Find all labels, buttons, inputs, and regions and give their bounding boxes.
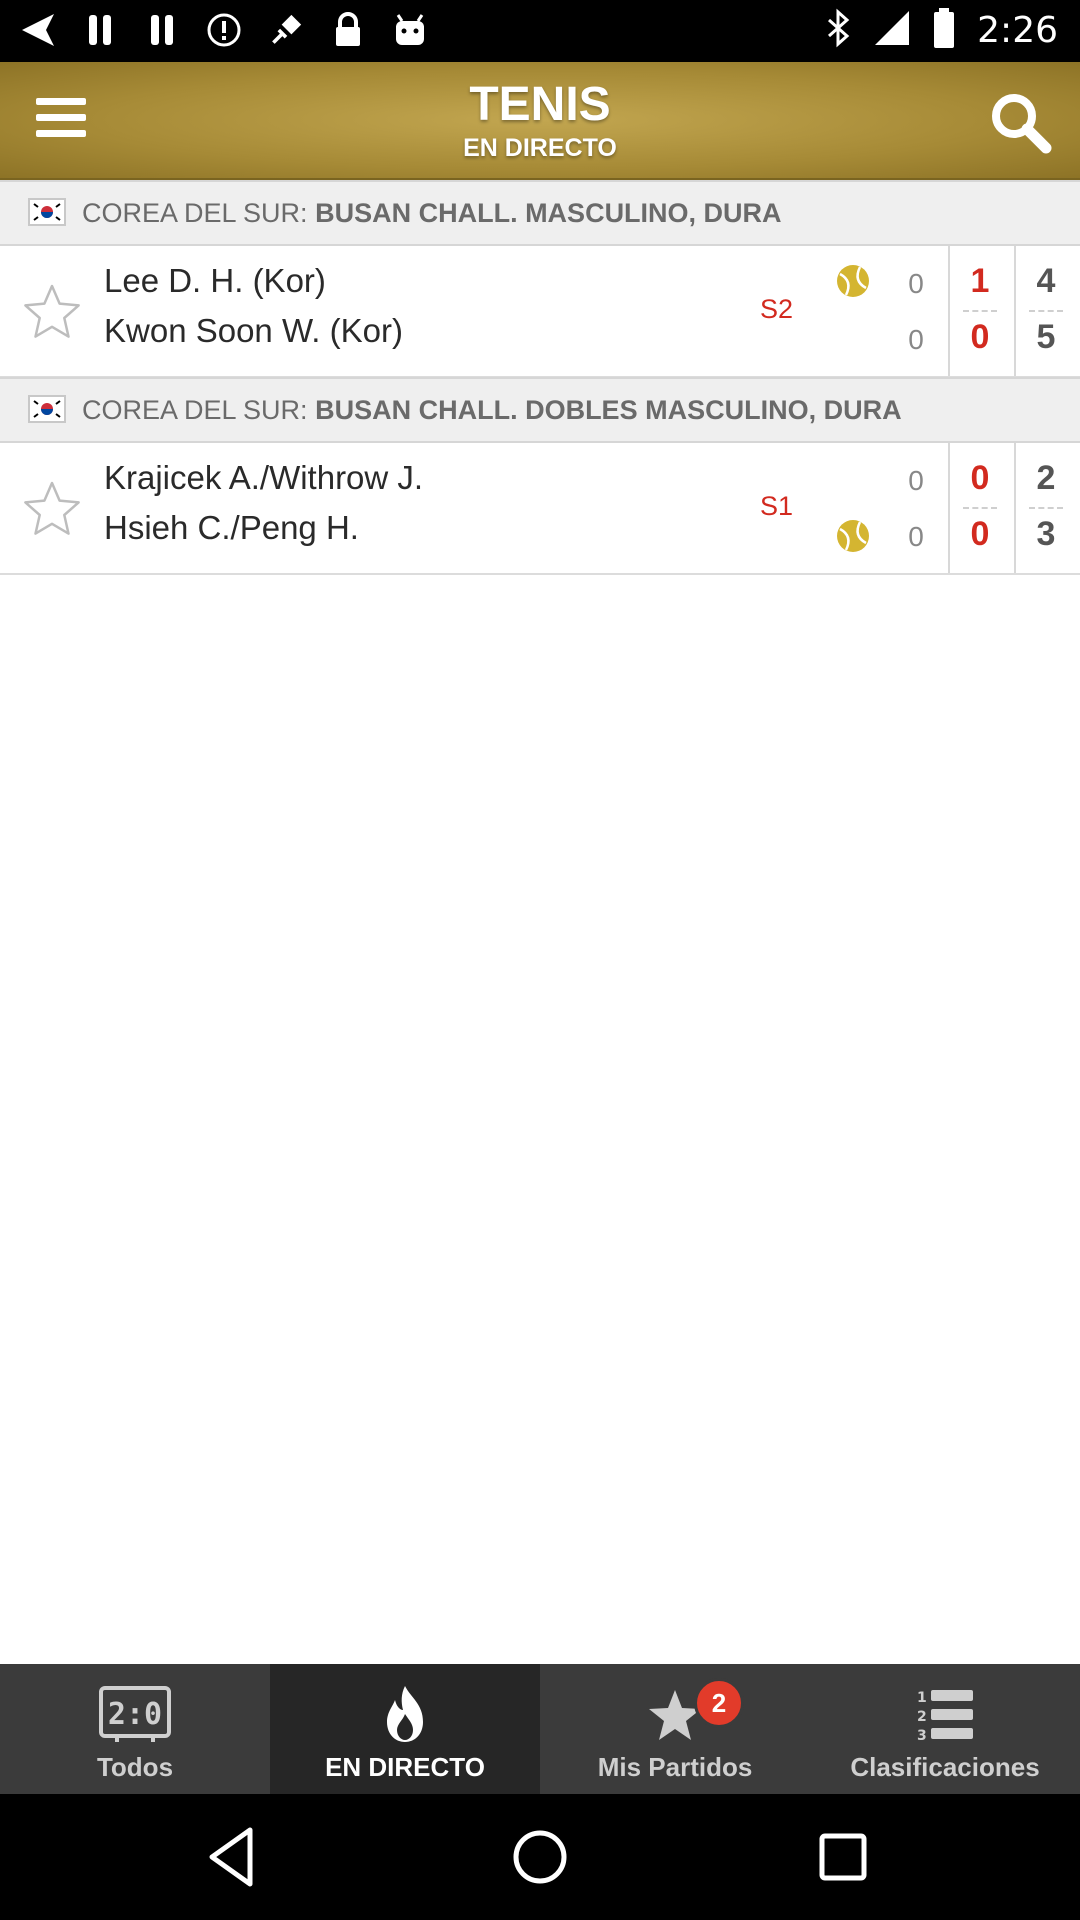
- status-bar: 2:26: [0, 0, 1080, 62]
- player-1-name: Lee D. H. (Kor): [104, 262, 326, 299]
- favorite-star-icon[interactable]: [22, 479, 82, 539]
- fake-gps-icon: [268, 10, 304, 50]
- league-header[interactable]: COREA DEL SUR: BUSAN CHALL. DOBLES MASCU…: [0, 377, 1080, 443]
- svg-text:2: 2: [917, 1709, 927, 1725]
- score-separator: [963, 310, 997, 312]
- league-country: COREA DEL SUR:: [82, 395, 308, 425]
- tennis-ball-icon: [836, 519, 870, 553]
- set-1-score-player-1: 4: [1036, 262, 1056, 300]
- system-navigation-bar: [0, 1794, 1080, 1920]
- pause-icon: [82, 10, 118, 50]
- ranking-list-icon: 1 2 3: [905, 1684, 985, 1746]
- south-korea-flag-icon: [28, 395, 66, 423]
- svg-text:1: 1: [917, 1690, 927, 1706]
- current-set-score-player-2: 0: [970, 318, 990, 356]
- game-score-player-1: 0: [908, 465, 924, 496]
- match-row[interactable]: Krajicek A./Withrow J. Hsieh C./Peng H. …: [0, 443, 1080, 575]
- score-separator: [963, 507, 997, 509]
- lock-icon: [330, 10, 366, 50]
- current-set-score-player-1: 1: [970, 262, 990, 300]
- back-icon[interactable]: [200, 1822, 270, 1892]
- android-icon: [392, 10, 428, 50]
- current-set-score-player-2: 0: [970, 515, 990, 553]
- player-2-name: Kwon Soon W. (Kor): [104, 312, 403, 349]
- current-set-score-player-1: 0: [970, 459, 990, 497]
- alert-icon: [206, 10, 242, 50]
- tennis-ball-icon: [836, 264, 870, 298]
- set-1-score-player-1: 2: [1036, 459, 1056, 497]
- clock: 2:26: [977, 10, 1058, 51]
- player-1-name: Krajicek A./Withrow J.: [104, 459, 424, 496]
- notification-badge: 2: [694, 1678, 744, 1728]
- current-set-label: S1: [760, 491, 794, 521]
- league-competition: BUSAN CHALL. MASCULINO, DURA: [315, 198, 782, 228]
- page-subtitle: EN DIRECTO: [463, 134, 617, 162]
- flame-icon: [365, 1684, 445, 1746]
- set-1-score-player-2: 3: [1036, 515, 1056, 553]
- match-row[interactable]: Lee D. H. (Kor) Kwon Soon W. (Kor) S2 0 …: [0, 246, 1080, 378]
- navigation-icon: [20, 10, 56, 50]
- nav-en-directo[interactable]: EN DIRECTO: [270, 1664, 540, 1794]
- nav-label: Mis Partidos: [597, 1752, 753, 1782]
- signal-icon: [873, 9, 911, 52]
- game-score-player-2: 0: [908, 521, 924, 552]
- current-set-label: S2: [760, 294, 794, 324]
- south-korea-flag-icon: [28, 198, 66, 226]
- score-separator: [1029, 310, 1063, 312]
- nav-mis-partidos[interactable]: 2 Mis Partidos: [540, 1664, 810, 1794]
- nav-label: Todos: [96, 1752, 174, 1782]
- player-2-name: Hsieh C./Peng H.: [104, 509, 359, 546]
- bluetooth-icon: [825, 8, 851, 53]
- svg-text:3: 3: [917, 1728, 927, 1744]
- pause-icon: [144, 10, 180, 50]
- set-1-score-player-2: 5: [1036, 318, 1056, 356]
- scoreboard-icon: 2:0: [95, 1684, 175, 1746]
- home-icon[interactable]: [505, 1822, 575, 1892]
- score-separator: [1029, 507, 1063, 509]
- league-country: COREA DEL SUR:: [82, 198, 308, 228]
- search-icon[interactable]: [988, 90, 1052, 154]
- nav-clasificaciones[interactable]: 1 2 3 Clasificaciones: [810, 1664, 1080, 1794]
- league-competition: BUSAN CHALL. DOBLES MASCULINO, DURA: [315, 395, 902, 425]
- nav-todos[interactable]: 2:0 Todos: [0, 1664, 270, 1794]
- app-header: TENIS EN DIRECTO: [0, 62, 1080, 180]
- game-score-player-2: 0: [908, 324, 924, 355]
- recent-apps-icon[interactable]: [808, 1822, 878, 1892]
- nav-label: EN DIRECTO: [325, 1752, 485, 1782]
- svg-text:2:0: 2:0: [108, 1697, 162, 1732]
- battery-icon: [933, 8, 955, 53]
- nav-label: Clasificaciones: [850, 1752, 1040, 1782]
- page-title: TENIS: [469, 78, 611, 131]
- bottom-navigation: 2:0 Todos EN DIRECTO 2 Mis Partidos 1 2 …: [0, 1664, 1080, 1794]
- game-score-player-1: 0: [908, 268, 924, 299]
- favorite-star-icon[interactable]: [22, 282, 82, 342]
- league-header[interactable]: COREA DEL SUR: BUSAN CHALL. MASCULINO, D…: [0, 180, 1080, 246]
